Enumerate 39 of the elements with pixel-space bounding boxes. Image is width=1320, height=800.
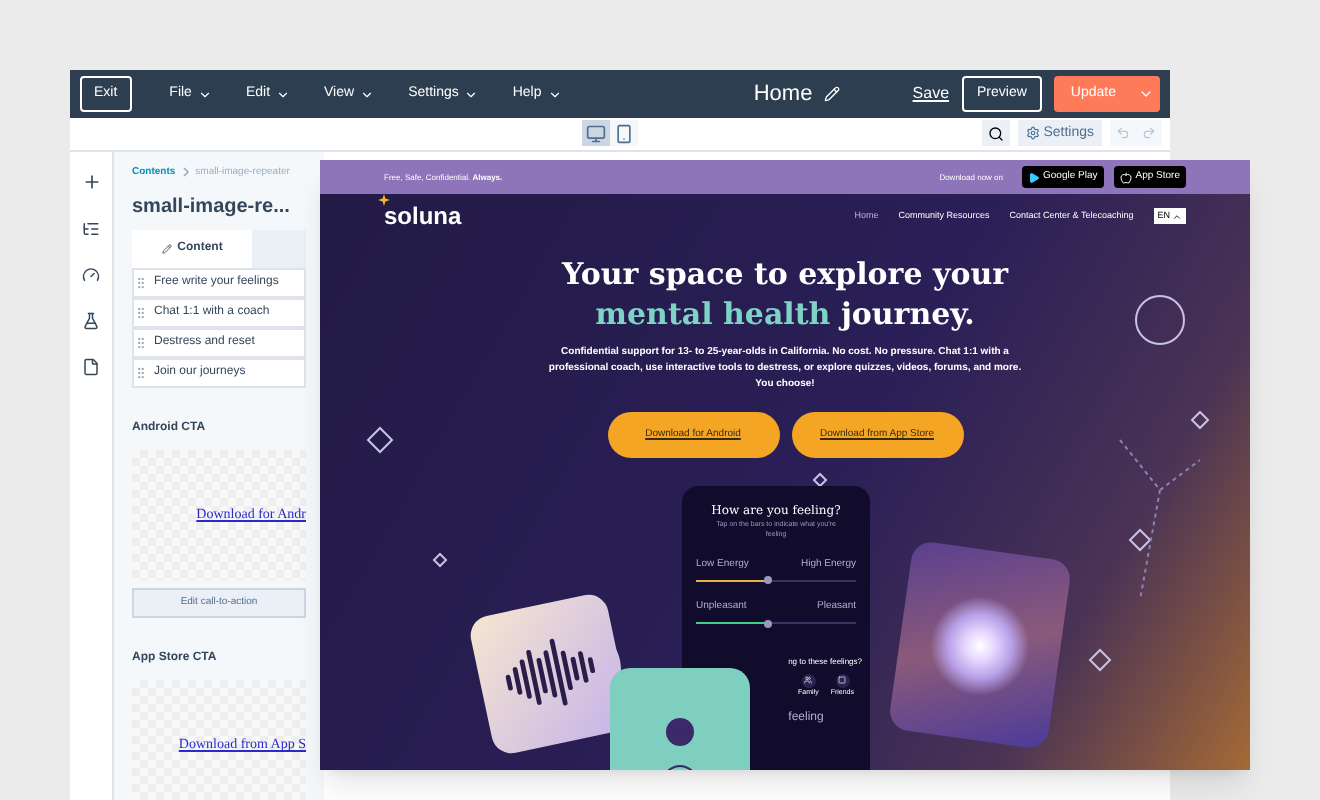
drag-handle-icon	[134, 336, 148, 350]
feeling-slider[interactable]	[696, 576, 856, 584]
chip-icon[interactable]	[835, 673, 850, 687]
document-icon[interactable]	[82, 357, 100, 375]
desktop-view-button[interactable]	[582, 120, 610, 147]
add-icon[interactable]	[81, 171, 101, 191]
chip-icon[interactable]	[801, 673, 816, 687]
drag-handle-icon	[134, 366, 148, 380]
settings-icon	[1025, 126, 1040, 141]
undo-icon	[1116, 126, 1130, 141]
module-title: small-image-re...	[132, 194, 292, 222]
edit-icon[interactable]	[824, 86, 841, 103]
caret-icon	[464, 87, 479, 102]
feeling-slider[interactable]	[696, 619, 856, 627]
sparkle-icon	[378, 194, 390, 206]
chevron-right-icon	[181, 166, 190, 179]
play-icon	[1027, 171, 1039, 183]
pencil-icon	[161, 244, 172, 254]
gauge-icon[interactable]	[82, 265, 100, 283]
caret-icon	[360, 87, 375, 102]
search-button[interactable]	[981, 120, 1010, 147]
drag-handle-icon	[134, 306, 148, 320]
caret-icon	[197, 87, 212, 102]
caret-icon	[547, 87, 562, 102]
flask-icon[interactable]	[82, 311, 100, 329]
save-button[interactable]: Save	[912, 82, 950, 107]
slider-thumb[interactable]	[764, 576, 772, 584]
caret-icon	[1172, 211, 1182, 221]
apple-icon	[1119, 171, 1132, 183]
caret-icon	[276, 87, 291, 102]
hero-headline: Your space to explore your mental health journey.	[561, 254, 1009, 334]
tree-icon[interactable]	[82, 219, 100, 237]
page-title: Home	[753, 79, 813, 110]
drag-handle-icon	[134, 276, 148, 290]
redo-icon	[1142, 126, 1156, 141]
search-icon	[987, 125, 1004, 142]
slider-thumb[interactable]	[764, 619, 772, 627]
mobile-view-button[interactable]	[610, 120, 638, 147]
soluna-logo[interactable]: soluna	[384, 198, 462, 234]
